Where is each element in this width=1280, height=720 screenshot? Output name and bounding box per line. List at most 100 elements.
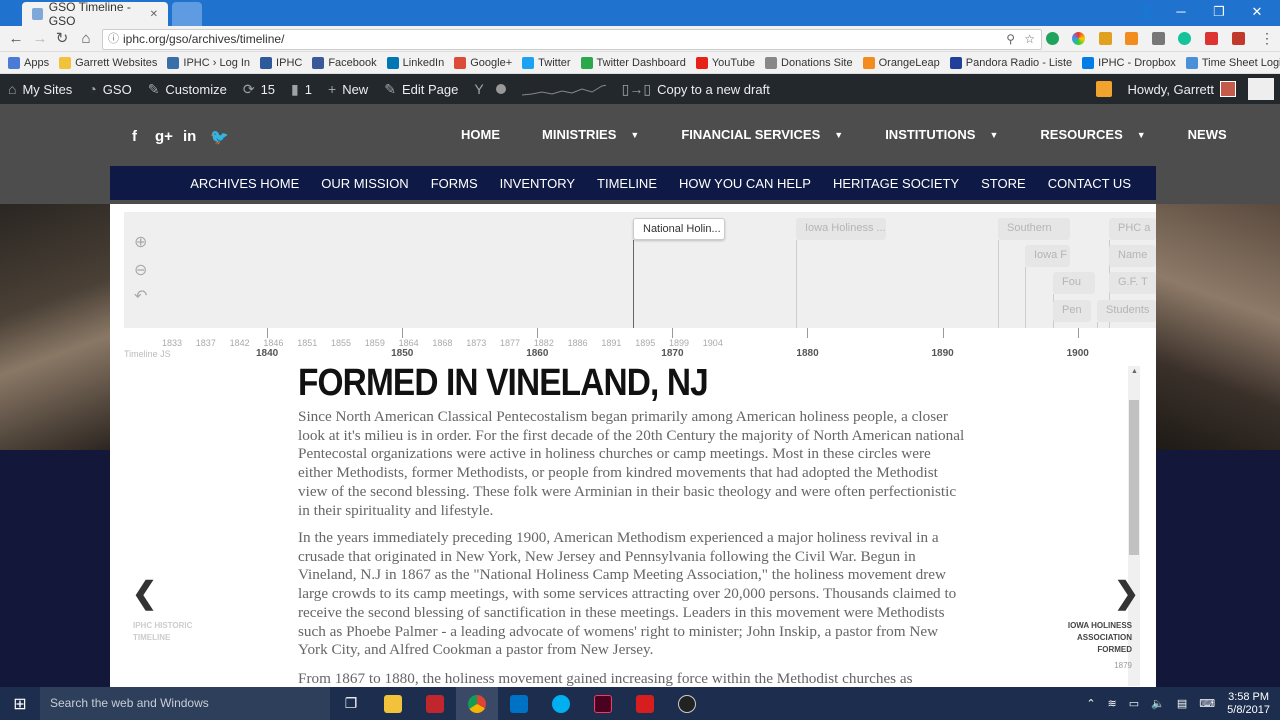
bookmark-item[interactable]: Donations Site (765, 56, 853, 69)
admin-bar-search[interactable] (1248, 78, 1274, 100)
subnav-item-how-you-can-help[interactable]: HOW YOU CAN HELP (668, 176, 822, 191)
bookmark-item[interactable]: IPHC - Dropbox (1082, 56, 1176, 69)
bookmark-item[interactable]: Twitter Dashboard (580, 56, 686, 69)
close-window-icon[interactable]: ✕ (1240, 0, 1274, 24)
next-slide-title[interactable]: IOWA HOLINESS ASSOCIATION FORMED (1064, 620, 1132, 656)
subnav-item-forms[interactable]: FORMS (420, 176, 489, 191)
chrome-icon[interactable] (456, 687, 498, 720)
battery-icon[interactable]: ▭ (1129, 697, 1139, 710)
timeline-marker[interactable]: National Holin... (633, 218, 725, 240)
timeline-marker[interactable]: Fou (1053, 272, 1095, 294)
windows-start-icon[interactable]: ⊞ (0, 687, 40, 720)
twitter-icon[interactable]: 🐦 (210, 128, 229, 146)
updates-button[interactable]: ⟳ 15 (235, 74, 283, 104)
google-plus-icon[interactable]: g+ (155, 128, 173, 145)
facebook-icon[interactable]: f (132, 128, 137, 145)
forward-arrow-icon[interactable]: → (30, 30, 50, 48)
timeline-marker[interactable]: Iowa Holiness ... (796, 218, 886, 240)
app-red-icon[interactable] (414, 687, 456, 720)
back-arrow-icon[interactable]: ← (6, 30, 26, 48)
home-icon[interactable]: ⌂ (76, 30, 96, 48)
bookmark-item[interactable]: Time Sheet Login (1185, 56, 1280, 69)
browser-tab-active[interactable]: GSO Timeline - GSO ✕ (22, 0, 168, 28)
bookmark-item[interactable]: Garrett Websites (59, 56, 157, 69)
slide-scrollbar-thumb[interactable] (1129, 400, 1139, 555)
subnav-item-our-mission[interactable]: OUR MISSION (310, 176, 419, 191)
minimize-icon[interactable]: ─ (1164, 0, 1198, 24)
comments-button[interactable]: ▮ 1 (283, 74, 320, 104)
subnav-item-timeline[interactable]: TIMELINE (586, 176, 668, 191)
timeline-marker[interactable]: Name (1109, 245, 1156, 267)
main-nav-item-news[interactable]: NEWS (1167, 127, 1248, 142)
action-center-icon[interactable]: ▤ (1177, 697, 1187, 710)
bookmark-item[interactable]: YouTube (695, 56, 755, 69)
extension-icon-plus[interactable] (1232, 32, 1245, 45)
bookmark-item[interactable]: Facebook (312, 56, 377, 69)
task-view-icon[interactable]: ❐ (330, 687, 372, 720)
subnav-item-store[interactable]: STORE (970, 176, 1037, 191)
chrome-menu-icon[interactable]: ⋮ (1260, 30, 1274, 47)
back-to-start-icon[interactable]: ↶ (134, 286, 147, 306)
timeline-marker[interactable]: Pen (1053, 300, 1091, 322)
subnav-item-inventory[interactable]: INVENTORY (489, 176, 586, 191)
main-nav-item-ministries[interactable]: MINISTRIES ▼ (521, 127, 660, 142)
grammarly-icon[interactable] (1178, 32, 1191, 45)
file-explorer-icon[interactable] (372, 687, 414, 720)
extension-icon-color-wheel[interactable] (1072, 32, 1085, 45)
app-circle-icon[interactable] (666, 687, 708, 720)
keyboard-icon[interactable]: ⌨ (1199, 697, 1215, 710)
main-nav-item-resources[interactable]: RESOURCES ▼ (1019, 127, 1166, 142)
prev-slide-button[interactable]: ❮ (132, 576, 157, 611)
extension-icon-green[interactable] (1046, 32, 1059, 45)
clock[interactable]: 3:58 PM 5/8/2017 (1227, 691, 1270, 717)
site-name-button[interactable]: ◔ GSO (80, 74, 139, 104)
subnav-item-contact-us[interactable]: CONTACT US (1037, 176, 1142, 191)
yoast-seo-button[interactable]: Y (466, 74, 513, 104)
bookmark-item[interactable]: Twitter (522, 56, 571, 69)
reload-icon[interactable]: ↻ (52, 30, 72, 48)
notifications-button[interactable] (1088, 74, 1120, 104)
new-tab-button[interactable] (172, 2, 202, 26)
main-nav-item-institutions[interactable]: INSTITUTIONS ▼ (864, 127, 1019, 142)
bookmark-item[interactable]: LinkedIn (386, 56, 444, 69)
outlook-icon[interactable] (498, 687, 540, 720)
bookmark-item[interactable]: Google+ (454, 56, 512, 69)
subnav-item-heritage-society[interactable]: HERITAGE SOCIETY (822, 176, 970, 191)
network-icon[interactable]: ≋ (1108, 697, 1117, 710)
acrobat-icon[interactable] (624, 687, 666, 720)
maximize-icon[interactable]: ❐ (1202, 0, 1236, 24)
url-input[interactable]: ⓘ iphc.org/gso/archives/timeline/ ⚲ ☆ (102, 29, 1042, 50)
new-content-button[interactable]: + New (320, 74, 376, 104)
bookmark-item[interactable]: IPHC (260, 56, 302, 69)
subnav-item-archives-home[interactable]: ARCHIVES HOME (179, 176, 310, 191)
user-profile-icon[interactable]: 👤 (1130, 0, 1164, 24)
extension-icon-gray[interactable] (1152, 32, 1165, 45)
bookmark-star-icon[interactable]: ☆ (1024, 30, 1035, 49)
skype-icon[interactable] (540, 687, 582, 720)
indesign-icon[interactable] (582, 687, 624, 720)
zoom-in-icon[interactable]: ⊕ (134, 232, 147, 252)
volume-icon[interactable]: 🔈 (1151, 697, 1165, 710)
main-nav-item-financial-services[interactable]: FINANCIAL SERVICES ▼ (660, 127, 864, 142)
timeline-marker[interactable]: PHC a (1109, 218, 1156, 240)
customize-button[interactable]: ✎ Customize (140, 74, 235, 104)
tab-close-icon[interactable]: ✕ (150, 9, 158, 20)
extension-icon-tools[interactable] (1099, 32, 1112, 45)
bookmark-item[interactable]: Apps (8, 56, 49, 69)
my-account-button[interactable]: Howdy, Garrett (1120, 74, 1244, 104)
my-sites-button[interactable]: ⌂ My Sites (0, 74, 80, 104)
prev-slide-title[interactable]: IPHC HISTORIC TIMELINE (133, 620, 203, 644)
tray-expand-icon[interactable]: ⌃ (1086, 697, 1095, 710)
next-slide-button[interactable]: ❯ (1114, 576, 1139, 611)
extension-icon-red[interactable] (1205, 32, 1218, 45)
timeline-marker[interactable]: Iowa F (1025, 245, 1070, 267)
linkedin-icon[interactable]: in (183, 128, 196, 145)
scroll-up-icon[interactable]: ▲ (1131, 368, 1138, 375)
timeline-marker[interactable]: Southern (998, 218, 1070, 240)
rss-icon[interactable] (1125, 32, 1138, 45)
bookmark-item[interactable]: Pandora Radio - Liste (949, 56, 1072, 69)
timelinejs-credit[interactable]: Timeline JS (124, 349, 171, 359)
zoom-out-icon[interactable]: ⊖ (134, 260, 147, 280)
timeline-marker[interactable]: G.F. T (1109, 272, 1156, 294)
stats-sparkline[interactable] (514, 74, 614, 104)
